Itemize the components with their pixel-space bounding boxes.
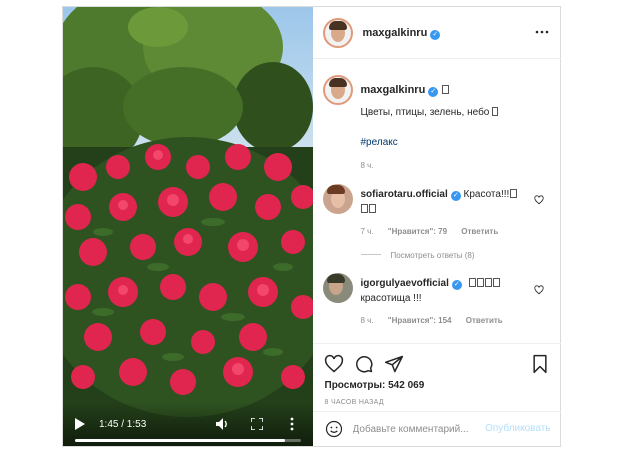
- video-controls: 1:45 / 1:53: [63, 402, 313, 446]
- comment-likes[interactable]: "Нравится": 79: [388, 227, 447, 236]
- emoji-placeholder-icon: [484, 278, 492, 287]
- comment-input[interactable]: [352, 420, 503, 438]
- caption-username[interactable]: maxgalkinru ✓: [361, 84, 450, 97]
- post-actions: Просмотры: 542 069 8 ЧАСОВ НАЗАД: [312, 343, 561, 413]
- instagram-post: 1:45 / 1:53 maxgalkinru ✓ maxgalkinru ✓ …: [62, 6, 561, 447]
- caption-body: Цветы, птицы, зелень, небо: [360, 107, 490, 118]
- comment-1-meta: 7 ч. "Нравится": 79 Ответить: [361, 227, 499, 236]
- comment-time: 8 ч.: [360, 316, 374, 325]
- smile-icon[interactable]: [325, 420, 343, 438]
- emoji-placeholder-icon: [368, 204, 376, 213]
- video-progress-bar[interactable]: [75, 439, 301, 442]
- caption-username-text[interactable]: maxgalkinru: [361, 84, 426, 96]
- video-progress-fill: [75, 439, 285, 442]
- emoji-placeholder-icon: [468, 278, 476, 287]
- comment-2: igorgulyaevofficial ✓ красотища !!!: [361, 278, 531, 304]
- comment-text: Красота!!!: [463, 189, 510, 200]
- flower-image: [63, 7, 313, 446]
- comment-text: красотища !!!: [360, 293, 422, 304]
- emoji-placeholder-icon: [442, 85, 450, 94]
- comment-icon[interactable]: [354, 354, 374, 374]
- post-side-panel: maxgalkinru ✓ maxgalkinru ✓ Цветы, птицы, …: [312, 7, 561, 446]
- add-comment-bar: Опубликовать: [312, 411, 561, 446]
- caption-text: Цветы, птицы, зелень, небо: [361, 107, 499, 118]
- verified-badge-icon: ✓: [450, 191, 461, 201]
- author-username-text[interactable]: maxgalkinru: [363, 27, 428, 39]
- heart-icon[interactable]: [324, 354, 344, 374]
- posted-ago: 8 ЧАСОВ НАЗАД: [324, 399, 384, 406]
- more-icon[interactable]: [535, 27, 549, 37]
- comment-like-heart-icon[interactable]: [533, 285, 544, 295]
- post-video[interactable]: 1:45 / 1:53: [63, 7, 313, 446]
- author-username[interactable]: maxgalkinru ✓: [363, 27, 441, 40]
- caption-avatar[interactable]: [322, 75, 353, 105]
- fullscreen-icon[interactable]: [251, 418, 263, 430]
- share-icon[interactable]: [384, 354, 404, 374]
- author-avatar[interactable]: [322, 18, 353, 48]
- emoji-placeholder-icon: [492, 107, 499, 116]
- video-time: 1:45 / 1:53: [99, 419, 147, 430]
- reply-button[interactable]: Ответить: [466, 316, 503, 325]
- emoji-placeholder-icon: [492, 278, 500, 287]
- publish-button[interactable]: Опубликовать: [485, 423, 550, 434]
- volume-icon[interactable]: [215, 417, 229, 431]
- verified-badge-icon: ✓: [430, 30, 441, 40]
- caption-time: 8 ч.: [360, 161, 374, 170]
- post-header: maxgalkinru ✓: [312, 7, 561, 59]
- comment-username[interactable]: igorgulyaevofficial: [361, 278, 449, 289]
- comment-avatar-sofia[interactable]: [322, 184, 353, 214]
- emoji-placeholder-icon: [476, 278, 484, 287]
- caption-hashtag[interactable]: #релакс: [361, 137, 398, 148]
- view-replies-button[interactable]: Посмотреть ответы (8): [360, 251, 475, 260]
- view-replies-label[interactable]: Посмотреть ответы (8): [391, 251, 475, 260]
- video-more-icon[interactable]: [287, 417, 297, 431]
- verified-badge-icon: ✓: [451, 280, 462, 290]
- comment-avatar-igor[interactable]: [322, 273, 353, 303]
- play-icon[interactable]: [75, 418, 85, 430]
- comment-time: 7 ч.: [360, 227, 374, 236]
- comment-like-heart-icon[interactable]: [533, 195, 544, 205]
- comment-1: sofiarotaru.official ✓ Красота!!!: [360, 189, 531, 215]
- views-count[interactable]: Просмотры: 542 069: [325, 380, 425, 391]
- reply-button[interactable]: Ответить: [461, 227, 498, 236]
- emoji-placeholder-icon: [360, 204, 368, 213]
- comment-2-meta: 8 ч. "Нравится": 154 Ответить: [361, 316, 503, 325]
- emoji-placeholder-icon: [510, 189, 518, 198]
- verified-badge-icon: ✓: [428, 87, 439, 97]
- bookmark-icon[interactable]: [530, 354, 550, 374]
- comment-username[interactable]: sofiarotaru.official: [361, 189, 448, 200]
- comment-likes[interactable]: "Нравится": 154: [388, 316, 452, 325]
